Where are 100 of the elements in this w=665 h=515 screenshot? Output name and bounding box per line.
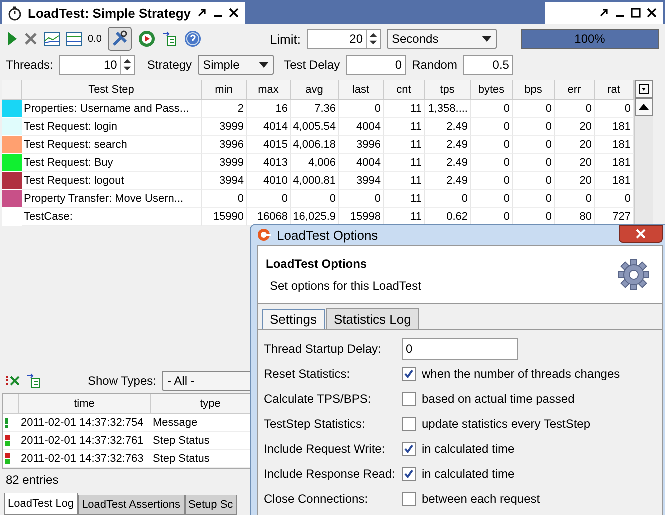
table-cell: 0 — [555, 100, 595, 118]
cancel-icon[interactable] — [24, 32, 38, 46]
table-cell: 0 — [513, 190, 555, 208]
table-cell: TestCase: — [22, 208, 202, 226]
checkbox[interactable] — [402, 442, 416, 456]
limit-spinner[interactable]: 20 — [307, 29, 381, 49]
table-cell: 0 — [291, 190, 339, 208]
column-header[interactable]: err — [555, 80, 595, 100]
column-header[interactable]: last — [339, 80, 384, 100]
tools-button[interactable] — [108, 27, 132, 51]
column-header[interactable]: rat — [595, 80, 634, 100]
table-cell: 11 — [384, 136, 425, 154]
scroll-up-icon[interactable] — [635, 98, 653, 116]
table-cell: 11 — [384, 100, 425, 118]
column-header[interactable]: min — [202, 80, 247, 100]
table-cell: 20 — [555, 154, 595, 172]
close-icon[interactable] — [647, 8, 657, 18]
checkbox-label: in calculated time — [422, 466, 515, 480]
table-cell: 0 — [471, 190, 513, 208]
progress-bar: 100% — [521, 29, 659, 49]
dialog-title: LoadTest Options — [277, 228, 378, 242]
table-cell: 4,005.54 — [291, 118, 339, 136]
column-header[interactable]: avg — [291, 80, 339, 100]
random-field[interactable]: 0.5 — [463, 55, 514, 75]
table-cell: 0 — [339, 100, 384, 118]
tab[interactable]: Setup Sc — [184, 495, 238, 515]
test-delay-field[interactable]: 0 — [346, 55, 406, 75]
threads-spinner[interactable]: 10 — [59, 55, 136, 75]
table-cell: 2.49 — [425, 136, 471, 154]
checkbox[interactable] — [402, 416, 416, 430]
show-types-dropdown[interactable]: - All - — [162, 371, 252, 391]
table-cell: 2011-02-01 14:37:32:761 — [19, 432, 151, 450]
undock-icon[interactable] — [599, 8, 609, 18]
field-label: Reset Statistics: — [264, 366, 350, 380]
chart-icon[interactable] — [44, 32, 60, 46]
export-icon[interactable] — [162, 31, 178, 47]
table-cell: 0 — [247, 190, 291, 208]
threads-label: Threads: — [6, 58, 54, 72]
column-header[interactable]: cnt — [384, 80, 425, 100]
table-cell: 0 — [513, 136, 555, 154]
entry-count: 82 entries — [6, 473, 59, 487]
column-header[interactable]: Test Step — [22, 80, 202, 100]
checkbox-label: in calculated time — [422, 442, 515, 456]
checkbox[interactable] — [402, 492, 416, 506]
tab[interactable]: Settings — [262, 309, 325, 329]
table-cell: 3996 — [339, 136, 384, 154]
caret-icon — [259, 62, 270, 68]
close-button[interactable] — [619, 225, 663, 243]
column-header[interactable]: bps — [513, 80, 555, 100]
column-menu-icon[interactable] — [635, 80, 653, 98]
table-cell: 3996 — [202, 136, 247, 154]
status-light-icon — [5, 435, 10, 446]
table-cell: 0 — [471, 154, 513, 172]
limit-unit-dropdown[interactable]: Seconds — [387, 29, 497, 49]
table-cell: 4,006 — [291, 154, 339, 172]
export-icon[interactable] — [26, 373, 42, 389]
close-icon[interactable] — [229, 8, 240, 18]
field-label: Include Response Read: — [264, 466, 396, 480]
tab[interactable]: LoadTest Log — [4, 493, 78, 515]
table-cell: 15990 — [202, 208, 247, 226]
test-delay-label: Test Delay — [284, 58, 340, 72]
show-types-label: Show Types: — [88, 374, 156, 388]
table-cell: 11 — [384, 154, 425, 172]
checkbox[interactable] — [402, 392, 416, 406]
table-cell: 3999 — [202, 154, 247, 172]
checkbox[interactable] — [402, 366, 416, 380]
column-header[interactable]: tps — [425, 80, 471, 100]
column-header[interactable]: bytes — [471, 80, 513, 100]
table-cell: 1,358.... — [425, 100, 471, 118]
table-cell: 0 — [471, 136, 513, 154]
caret-icon — [482, 36, 492, 42]
tab[interactable]: Statistics Log — [326, 308, 420, 329]
table-cell: 2011-02-01 14:37:32:763 — [19, 450, 151, 468]
limit-label: Limit: — [270, 32, 301, 46]
table-cell: 0 — [513, 100, 555, 118]
help-icon[interactable] — [184, 30, 202, 48]
clear-icon[interactable] — [6, 375, 20, 387]
chart-icon[interactable] — [66, 32, 82, 46]
table-cell: 20 — [555, 136, 595, 154]
table-cell: 3994 — [339, 172, 384, 190]
decimal-button[interactable]: 0.0 — [88, 34, 102, 44]
input-field[interactable]: 0 — [402, 338, 518, 360]
checkbox-label: between each request — [422, 492, 540, 506]
table-cell: 0 — [471, 118, 513, 136]
column-header[interactable]: time — [19, 394, 151, 414]
undock-icon[interactable] — [197, 8, 208, 18]
tab[interactable]: LoadTest Assertions — [78, 495, 185, 515]
table-cell: 20 — [555, 172, 595, 190]
table-cell: 0 — [425, 190, 471, 208]
table-cell: 2011-02-01 14:37:32:754 — [19, 414, 151, 432]
checkbox[interactable] — [402, 466, 416, 480]
maximize-icon[interactable] — [631, 8, 641, 18]
table-cell: 20 — [555, 118, 595, 136]
play-icon[interactable] — [6, 31, 18, 47]
exclamation-icon — [5, 418, 9, 428]
document-tab[interactable]: LoadTest: Simple Strategy — [2, 2, 246, 24]
strategy-dropdown[interactable]: Simple — [198, 55, 274, 75]
table-cell: 4014 — [247, 118, 291, 136]
column-header[interactable]: max — [247, 80, 291, 100]
app-logo-icon — [257, 228, 271, 242]
